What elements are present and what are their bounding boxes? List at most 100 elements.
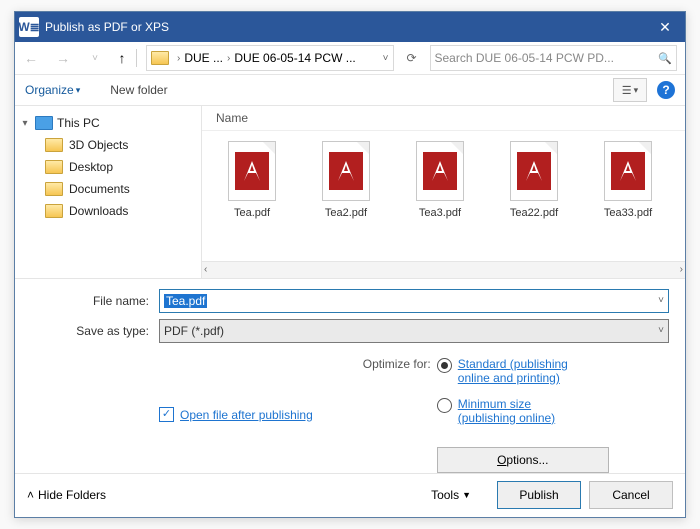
savetype-value: PDF (*.pdf)	[164, 324, 224, 338]
scroll-left-icon[interactable]: ‹	[204, 264, 207, 275]
breadcrumb-seg-2[interactable]: DUE 06-05-14 PCW ...	[234, 51, 355, 65]
dialog-footer: ˄ Hide Folders Tools ▼ Publish Cancel	[15, 473, 685, 517]
radio-icon	[437, 358, 452, 373]
tree-label: 3D Objects	[69, 138, 128, 152]
column-header-name[interactable]: Name	[202, 106, 685, 131]
optimize-minimum-radio[interactable]: Minimum size (publishing online)	[437, 397, 619, 425]
optimize-group: Optimize for: Standard (publishing onlin…	[363, 357, 619, 473]
file-name: Tea2.pdf	[325, 207, 367, 219]
folder-tree[interactable]: ▾ This PC 3D Objects Desktop Documents D…	[15, 106, 202, 277]
file-name: Tea.pdf	[234, 207, 270, 219]
open-after-label: Open file after publishing	[180, 408, 313, 422]
word-icon: W≣	[19, 17, 39, 37]
this-pc-icon	[35, 116, 53, 130]
filename-input[interactable]: Tea.pdf ˅	[159, 289, 669, 313]
breadcrumb-seg-1[interactable]: DUE ...	[184, 51, 223, 65]
refresh-button[interactable]: ⟳	[400, 51, 424, 65]
savetype-label: Save as type:	[31, 324, 159, 338]
navigation-bar: ← → ˅ ↑ › DUE ... › DUE 06-05-14 PCW ...…	[15, 42, 685, 75]
publish-button[interactable]: Publish	[497, 481, 581, 509]
tree-label: Documents	[69, 182, 130, 196]
breadcrumb[interactable]: › DUE ... › DUE 06-05-14 PCW ... ˅	[146, 45, 394, 71]
folder-icon	[45, 160, 63, 174]
expand-toggle-icon[interactable]: ▾	[19, 118, 31, 129]
optimize-standard-label: Standard (publishing	[458, 357, 568, 371]
file-item[interactable]: Tea33.pdf	[592, 141, 664, 260]
hide-folders-label: Hide Folders	[38, 488, 106, 502]
file-item[interactable]: Tea22.pdf	[498, 141, 570, 260]
toolbar: Organize ▾ New folder ☰ ▾ ?	[15, 75, 685, 106]
close-button[interactable]: ✕	[645, 12, 685, 42]
view-icon: ☰	[622, 84, 632, 97]
options-button[interactable]: OOptions...ptions...	[437, 447, 609, 473]
chevron-up-icon: ˄	[27, 488, 34, 502]
folder-icon	[45, 204, 63, 218]
lower-pane: File name: Tea.pdf ˅ Save as type: PDF (…	[15, 279, 685, 473]
hide-folders-toggle[interactable]: ˄ Hide Folders	[27, 488, 106, 502]
file-list: Name Tea.pdf Tea2.pdf	[202, 106, 685, 277]
chevron-down-icon: ▾	[76, 85, 81, 96]
folder-icon	[45, 138, 63, 152]
checkbox-icon: ✓	[159, 407, 174, 422]
pdf-icon	[228, 141, 276, 201]
file-item[interactable]: Tea.pdf	[216, 141, 288, 260]
window-title: Publish as PDF or XPS	[45, 20, 645, 34]
pdf-icon	[322, 141, 370, 201]
back-button[interactable]: ←	[20, 50, 42, 66]
optimize-label: Optimize for:	[363, 357, 431, 473]
pdf-icon	[416, 141, 464, 201]
optimize-minimum-label-2: (publishing online)	[458, 411, 555, 425]
up-button[interactable]: ↑	[111, 50, 133, 66]
optimize-minimum-label: Minimum size	[458, 397, 531, 411]
savetype-select[interactable]: PDF (*.pdf) ˅	[159, 319, 669, 343]
chevron-down-icon: ▼	[462, 490, 471, 500]
file-name: Tea33.pdf	[604, 207, 652, 219]
view-mode-button[interactable]: ☰ ▾	[613, 78, 647, 102]
chevron-right-icon: ›	[177, 53, 180, 64]
radio-icon	[437, 398, 452, 413]
chevron-right-icon: ›	[227, 53, 230, 64]
filename-label: File name:	[31, 294, 159, 308]
file-name: Tea22.pdf	[510, 207, 558, 219]
title-bar: W≣ Publish as PDF or XPS ✕	[15, 12, 685, 42]
help-button[interactable]: ?	[657, 81, 675, 99]
pdf-icon	[604, 141, 652, 201]
folder-icon	[45, 182, 63, 196]
horizontal-scrollbar[interactable]: ‹ ›	[202, 261, 685, 278]
scroll-right-icon[interactable]: ›	[680, 264, 683, 275]
pdf-icon	[510, 141, 558, 201]
forward-button[interactable]: →	[52, 50, 74, 66]
search-placeholder: Search DUE 06-05-14 PCW PD...	[435, 51, 659, 65]
new-folder-button[interactable]: New folder	[110, 83, 167, 97]
filename-row: File name: Tea.pdf ˅	[31, 289, 669, 313]
cancel-button[interactable]: Cancel	[589, 481, 673, 509]
tree-item-desktop[interactable]: Desktop	[19, 156, 197, 178]
recent-dropdown[interactable]: ˅	[84, 53, 106, 64]
chevron-down-icon[interactable]: ˅	[658, 325, 664, 336]
search-input[interactable]: Search DUE 06-05-14 PCW PD... 🔍	[430, 45, 678, 71]
nav-separator	[136, 49, 137, 67]
tools-menu[interactable]: Tools ▼	[431, 488, 471, 502]
tree-item-3d-objects[interactable]: 3D Objects	[19, 134, 197, 156]
tree-label: Downloads	[69, 204, 128, 218]
tree-item-documents[interactable]: Documents	[19, 178, 197, 200]
organize-menu[interactable]: Organize	[25, 83, 74, 97]
explorer-body: ▾ This PC 3D Objects Desktop Documents D…	[15, 106, 685, 278]
tree-this-pc[interactable]: ▾ This PC	[19, 112, 197, 134]
publish-dialog: W≣ Publish as PDF or XPS ✕ ← → ˅ ↑ › DUE…	[14, 11, 686, 518]
chevron-down-icon[interactable]: ˅	[658, 295, 664, 306]
tree-label: This PC	[57, 116, 100, 130]
file-icons-row: Tea.pdf Tea2.pdf Tea3.pdf	[202, 131, 685, 260]
file-item[interactable]: Tea2.pdf	[310, 141, 382, 260]
file-item[interactable]: Tea3.pdf	[404, 141, 476, 260]
folder-icon	[151, 51, 169, 65]
filename-value: Tea.pdf	[164, 294, 207, 308]
tools-label: Tools	[431, 488, 459, 502]
optimize-standard-label-2: online and printing)	[458, 371, 560, 385]
open-after-checkbox[interactable]: ✓ Open file after publishing	[159, 357, 313, 473]
search-icon: 🔍	[658, 52, 672, 65]
file-name: Tea3.pdf	[419, 207, 461, 219]
breadcrumb-dropdown-icon[interactable]: ˅	[383, 53, 389, 64]
optimize-standard-radio[interactable]: Standard (publishing online and printing…	[437, 357, 619, 385]
tree-item-downloads[interactable]: Downloads	[19, 200, 197, 222]
